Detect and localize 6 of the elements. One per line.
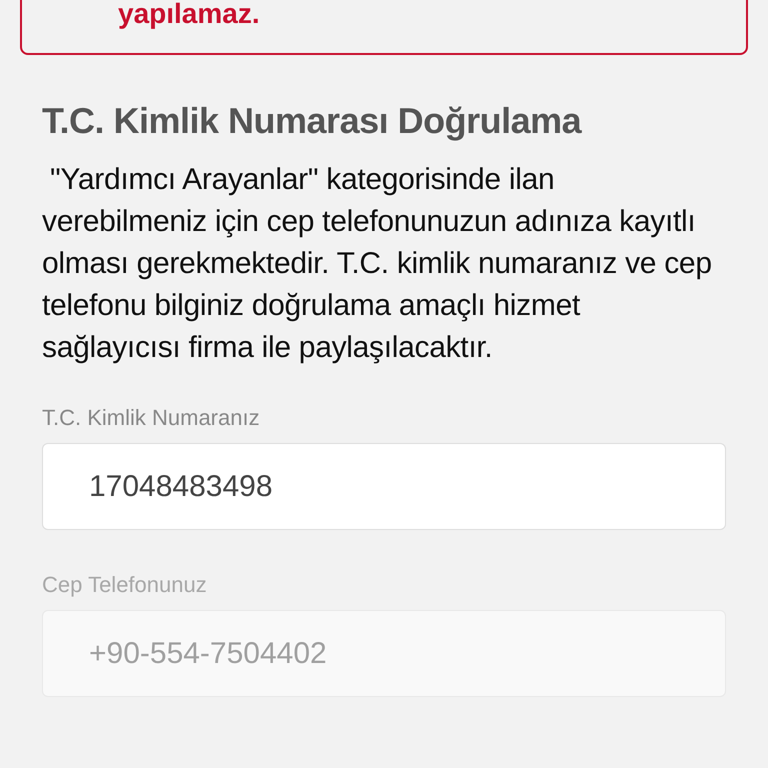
field-label: Cep Telefonunuz: [42, 571, 208, 599]
description-text: "Yardımcı Arayanlar" kategorisinde ilan verebilmeniz için cep telefonunuzun adınıza kayıtlı olması gerekmektedir. T.C. kimlik numaranız ve cep telefonu bilginiz doğrulama amaçlı hizmet sağlayıcısı firma ile paylaşılacaktır.: [42, 162, 713, 366]
text-field[interactable]: 17048483498: [42, 443, 726, 530]
section-title: T.C. Kimlik Numarası Doğrulama: [42, 99, 583, 143]
field-label: T.C. Kimlik Numaranız: [42, 404, 261, 432]
alert-text: yapılamaz.: [118, 0, 260, 29]
